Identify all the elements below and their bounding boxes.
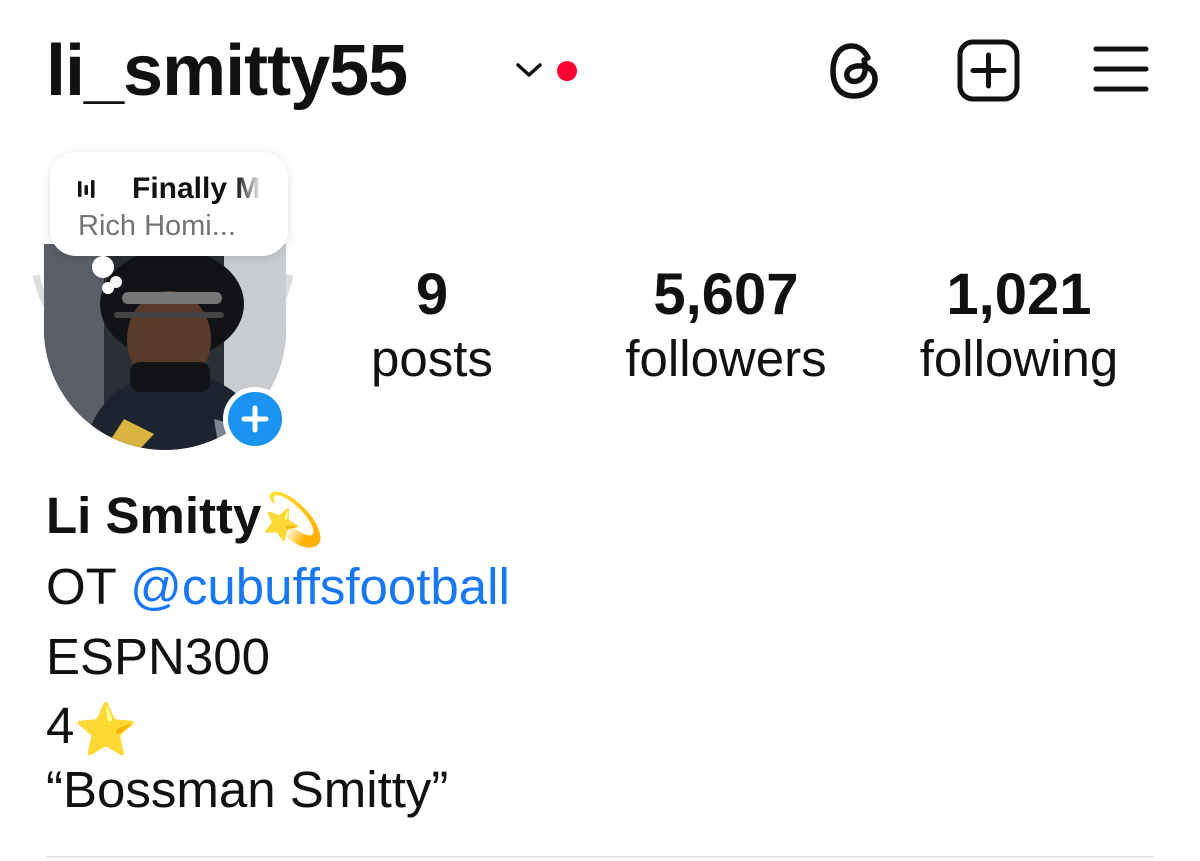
following-count: 1,021 <box>946 262 1092 327</box>
plus-icon <box>241 405 269 433</box>
bio-mention-link[interactable]: @cubuffsfootball <box>130 558 510 615</box>
note-bubble-tail-small <box>102 282 114 294</box>
bio-rating-line: 4⭐ <box>46 695 138 761</box>
posts-label: posts <box>371 330 493 387</box>
note-song-title: Finally M <box>132 172 261 205</box>
profile-display-name: Li Smitty💫 <box>46 485 325 551</box>
followers-count: 5,607 <box>653 262 799 327</box>
display-name-text: Li Smitty <box>46 487 262 544</box>
new-post-icon[interactable] <box>957 39 1020 102</box>
following-stat[interactable]: 1,021 following <box>899 262 1139 390</box>
posts-count: 9 <box>415 262 449 327</box>
followers-stat[interactable]: 5,607 followers <box>606 262 846 390</box>
star-emoji-icon: ⭐ <box>74 700 138 758</box>
add-story-button[interactable] <box>223 387 287 451</box>
following-label: following <box>919 330 1119 387</box>
bio-rating: 4 <box>46 697 75 754</box>
note-artist: Rich Homi... <box>78 210 236 242</box>
notification-dot <box>557 61 577 81</box>
dizzy-emoji-icon: 💫 <box>261 490 325 548</box>
equalizer-icon <box>78 180 95 198</box>
chevron-down-icon[interactable] <box>514 58 544 82</box>
note-bubble-tail <box>92 256 114 278</box>
posts-stat[interactable]: 9 posts <box>312 262 552 390</box>
music-note-bubble[interactable]: Finally M Rich Homi... <box>50 152 288 256</box>
bio-ranking-line: ESPN300 <box>46 628 270 685</box>
bio-position-line: OT @cubuffsfootball <box>46 556 510 618</box>
section-divider <box>46 856 1154 858</box>
threads-icon[interactable] <box>826 40 884 102</box>
bio-position: OT <box>46 558 116 615</box>
bio-nickname-line: “Bossman Smitty” <box>46 761 449 818</box>
followers-label: followers <box>625 330 827 387</box>
menu-icon[interactable] <box>1093 44 1149 94</box>
profile-username[interactable]: li_smitty55 <box>46 28 408 114</box>
